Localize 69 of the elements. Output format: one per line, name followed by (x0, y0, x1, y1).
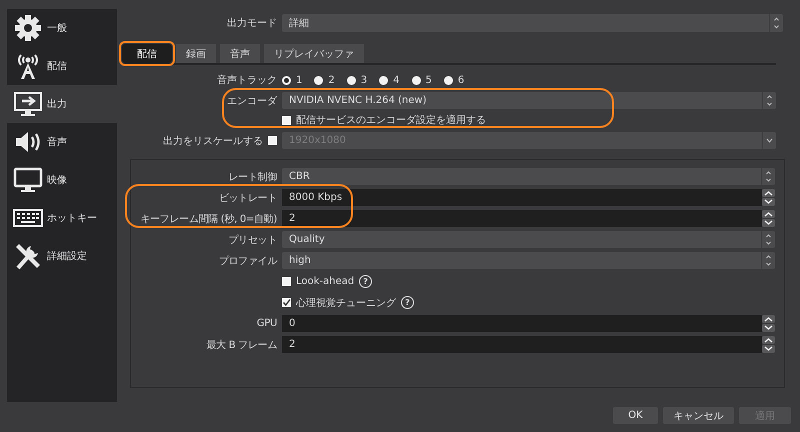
number-field[interactable]: 8000 Kbps (282, 189, 762, 206)
field-label: プロファイル (218, 254, 277, 268)
field-label: GPU (256, 318, 277, 329)
sidebar-label: ホットキー (47, 212, 97, 225)
sidebar-label: 配信 (47, 60, 67, 73)
help-icon[interactable]: ? (359, 275, 372, 288)
field-label: 出力モード (227, 16, 277, 30)
sidebar-item[interactable]: 配信 (7, 47, 117, 85)
gear-icon (13, 13, 43, 43)
dropdown[interactable]: NVIDIA NVENC H.264 (new) (282, 92, 776, 109)
tab[interactable]: リプレイバッファ (264, 44, 364, 63)
field-label: プリセット (228, 234, 277, 246)
radio-label: 4 (393, 74, 400, 86)
sidebar-item[interactable]: 映像 (7, 161, 117, 199)
number-field[interactable]: 2 (282, 210, 762, 227)
sidebar-label: 出力 (47, 98, 67, 111)
dialog-button[interactable]: OK (613, 407, 658, 424)
number-field[interactable]: 2 (282, 336, 762, 353)
radio-button[interactable] (444, 76, 453, 84)
dialog-button[interactable]: キャンセル (663, 407, 734, 424)
dropdown[interactable]: high (282, 252, 775, 269)
sidebar-label: 映像 (47, 174, 67, 187)
tab[interactable]: 音声 (220, 44, 260, 63)
spin-up-button[interactable] (762, 210, 775, 218)
sidebar-label: 一般 (47, 22, 67, 35)
field-label: 最大 B フレーム (206, 338, 277, 352)
number-field[interactable]: 0 (282, 315, 762, 332)
field-label: ビットレート (218, 192, 277, 204)
sidebar-item[interactable]: 音声 (7, 123, 117, 161)
dropdown[interactable]: CBR (282, 168, 775, 185)
spin-down-button[interactable] (762, 198, 775, 206)
spin-up-button[interactable] (762, 336, 775, 344)
radio-label: 6 (458, 74, 464, 86)
checkbox[interactable] (282, 298, 291, 307)
field-label: エンコーダ (227, 94, 277, 108)
spin-down-button[interactable] (762, 345, 775, 353)
field-label: レート制御 (228, 170, 277, 184)
sidebar-label: 詳細設定 (47, 250, 87, 263)
sidebar-item[interactable]: 一般 (7, 9, 117, 47)
checkbox-label: 配信サービスのエンコーダ設定を適用する (296, 114, 486, 127)
field-label: キーフレーム間隔 (秒, 0=自動) (140, 212, 277, 226)
help-icon[interactable]: ? (401, 296, 414, 309)
radio-button[interactable] (346, 76, 356, 84)
radio-label: 2 (328, 74, 335, 86)
sidebar-label: 音声 (47, 136, 67, 149)
tab[interactable]: 配信 (122, 44, 172, 63)
radio-button[interactable] (314, 76, 324, 84)
dropdown[interactable]: Quality (282, 231, 775, 248)
field-label: 音声トラック (217, 74, 277, 87)
radio-label: 5 (426, 74, 432, 86)
checkbox-label: Look-ahead (296, 276, 354, 287)
tab[interactable]: 録画 (176, 44, 216, 63)
spin-down-button[interactable] (762, 324, 775, 332)
sidebar-item[interactable]: 詳細設定 (7, 237, 117, 275)
sidebar-item[interactable]: ホットキー (7, 199, 117, 237)
radio-button[interactable] (379, 76, 388, 84)
sidebar-item[interactable]: 出力 (7, 85, 117, 123)
dropdown[interactable]: 詳細 (282, 14, 783, 32)
spin-up-button[interactable] (762, 189, 775, 197)
radio-button[interactable] (282, 76, 291, 84)
field-label: 出力をリスケールする (163, 134, 263, 148)
radio-label: 3 (360, 74, 368, 86)
radio-button[interactable] (412, 76, 420, 84)
radio-label: 1 (296, 74, 302, 86)
monitor-icon (13, 165, 43, 195)
monitor-arrow-icon (13, 89, 43, 119)
spin-down-button[interactable] (762, 219, 775, 227)
spin-up-button[interactable] (762, 315, 775, 323)
checkbox-label: 心理視覚チューニング (296, 296, 396, 310)
